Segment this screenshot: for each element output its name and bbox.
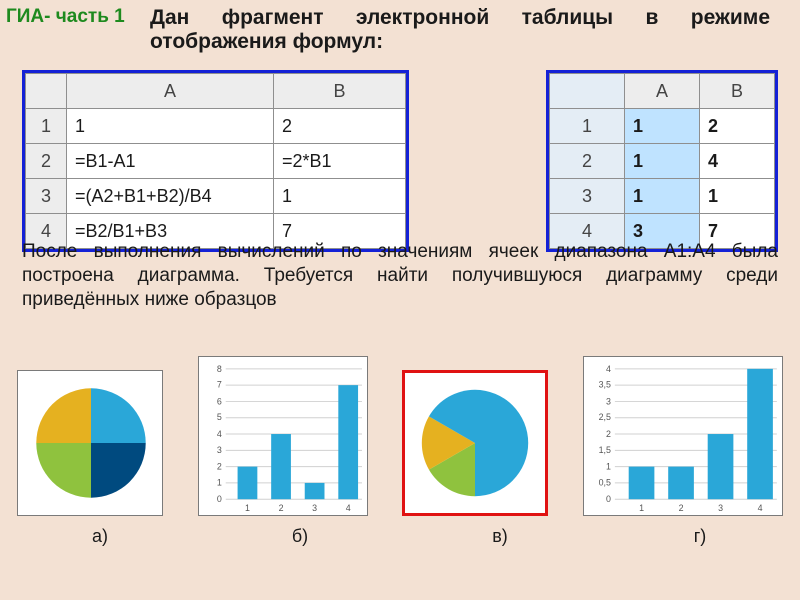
bar-chart-b: 0 1 2 3 4 5 6 7 8 1 2 3 4 [199, 357, 369, 515]
svg-text:4: 4 [217, 429, 222, 439]
svg-text:4: 4 [606, 364, 611, 374]
values-table: A B 1 1 2 2 1 4 3 1 1 4 3 7 [549, 73, 775, 249]
svg-text:4: 4 [757, 503, 762, 513]
table-row: 1 1 2 [550, 109, 775, 144]
svg-text:2: 2 [278, 503, 283, 513]
option-d-label: г) [600, 526, 800, 547]
option-a-label: а) [0, 526, 200, 547]
svg-text:1: 1 [217, 477, 222, 487]
option-b-chart: 0 1 2 3 4 5 6 7 8 1 2 3 4 [198, 356, 368, 516]
gia-label: ГИА- часть 1 [6, 6, 126, 28]
task-text: После выполнения вычислений по значениям… [22, 240, 778, 311]
svg-text:1,5: 1,5 [598, 445, 610, 455]
cell-A3: 1 [625, 179, 700, 214]
svg-text:0,5: 0,5 [598, 477, 610, 487]
cell-B1: 2 [274, 109, 406, 144]
col-header-B: B [274, 74, 406, 109]
svg-text:1: 1 [606, 462, 611, 472]
svg-text:3,5: 3,5 [598, 380, 610, 390]
svg-text:1: 1 [245, 503, 250, 513]
row-header: 1 [26, 109, 67, 144]
svg-text:3: 3 [606, 396, 611, 406]
pie-chart-a [18, 371, 164, 515]
table-row: 1 1 2 [26, 109, 406, 144]
svg-text:2: 2 [217, 462, 222, 472]
option-b-label: б) [200, 526, 400, 547]
table-row: 2 1 4 [550, 144, 775, 179]
header-row: A B [550, 74, 775, 109]
col-header-B: B [700, 74, 775, 109]
col-header-A: A [67, 74, 274, 109]
svg-text:1: 1 [639, 503, 644, 513]
svg-text:3: 3 [718, 503, 723, 513]
cell-B2: 4 [700, 144, 775, 179]
svg-text:3: 3 [217, 445, 222, 455]
svg-text:2: 2 [678, 503, 683, 513]
svg-text:8: 8 [217, 364, 222, 374]
table-row: 3 1 1 [550, 179, 775, 214]
corner-cell [26, 74, 67, 109]
page-title: Дан фрагмент электронной таблицы в режим… [150, 6, 770, 54]
option-labels: а) б) в) г) [0, 526, 800, 547]
cell-A1: 1 [625, 109, 700, 144]
table-row: 2 =B1-A1 =2*B1 [26, 144, 406, 179]
cell-A3: =(A2+B1+B2)/B4 [67, 179, 274, 214]
svg-text:2,5: 2,5 [598, 412, 610, 422]
cell-B3: 1 [700, 179, 775, 214]
cell-A1: 1 [67, 109, 274, 144]
option-a-chart [17, 370, 163, 516]
table-row: 3 =(A2+B1+B2)/B4 1 [26, 179, 406, 214]
row-header: 2 [550, 144, 625, 179]
row-header: 3 [550, 179, 625, 214]
svg-text:6: 6 [217, 396, 222, 406]
values-table-frame: A B 1 1 2 2 1 4 3 1 1 4 3 7 [546, 70, 778, 252]
charts-row: 0 1 2 3 4 5 6 7 8 1 2 3 4 [0, 356, 800, 516]
cell-B1: 2 [700, 109, 775, 144]
svg-text:5: 5 [217, 412, 222, 422]
formula-table: A B 1 1 2 2 =B1-A1 =2*B1 3 =(A2+B1+B2)/B… [25, 73, 406, 249]
row-header: 3 [26, 179, 67, 214]
option-d-chart: 0 0,5 1 1,5 2 2,5 3 3,5 4 1 2 3 4 [583, 356, 783, 516]
bar-chart-d: 0 0,5 1 1,5 2 2,5 3 3,5 4 1 2 3 4 [584, 357, 784, 515]
cell-A2: =B1-A1 [67, 144, 274, 179]
option-c-chart [402, 370, 548, 516]
svg-text:0: 0 [606, 494, 611, 504]
option-c-label: в) [400, 526, 600, 547]
svg-text:4: 4 [345, 503, 350, 513]
col-header-A: A [625, 74, 700, 109]
corner-cell [550, 74, 625, 109]
row-header: 1 [550, 109, 625, 144]
cell-A2: 1 [625, 144, 700, 179]
pie-chart-c [405, 373, 545, 513]
svg-text:3: 3 [312, 503, 317, 513]
row-header: 2 [26, 144, 67, 179]
formula-table-frame: A B 1 1 2 2 =B1-A1 =2*B1 3 =(A2+B1+B2)/B… [22, 70, 409, 252]
header-row: A B [26, 74, 406, 109]
cell-B2: =2*B1 [274, 144, 406, 179]
svg-text:0: 0 [217, 494, 222, 504]
svg-text:2: 2 [606, 429, 611, 439]
svg-text:7: 7 [217, 380, 222, 390]
cell-B3: 1 [274, 179, 406, 214]
